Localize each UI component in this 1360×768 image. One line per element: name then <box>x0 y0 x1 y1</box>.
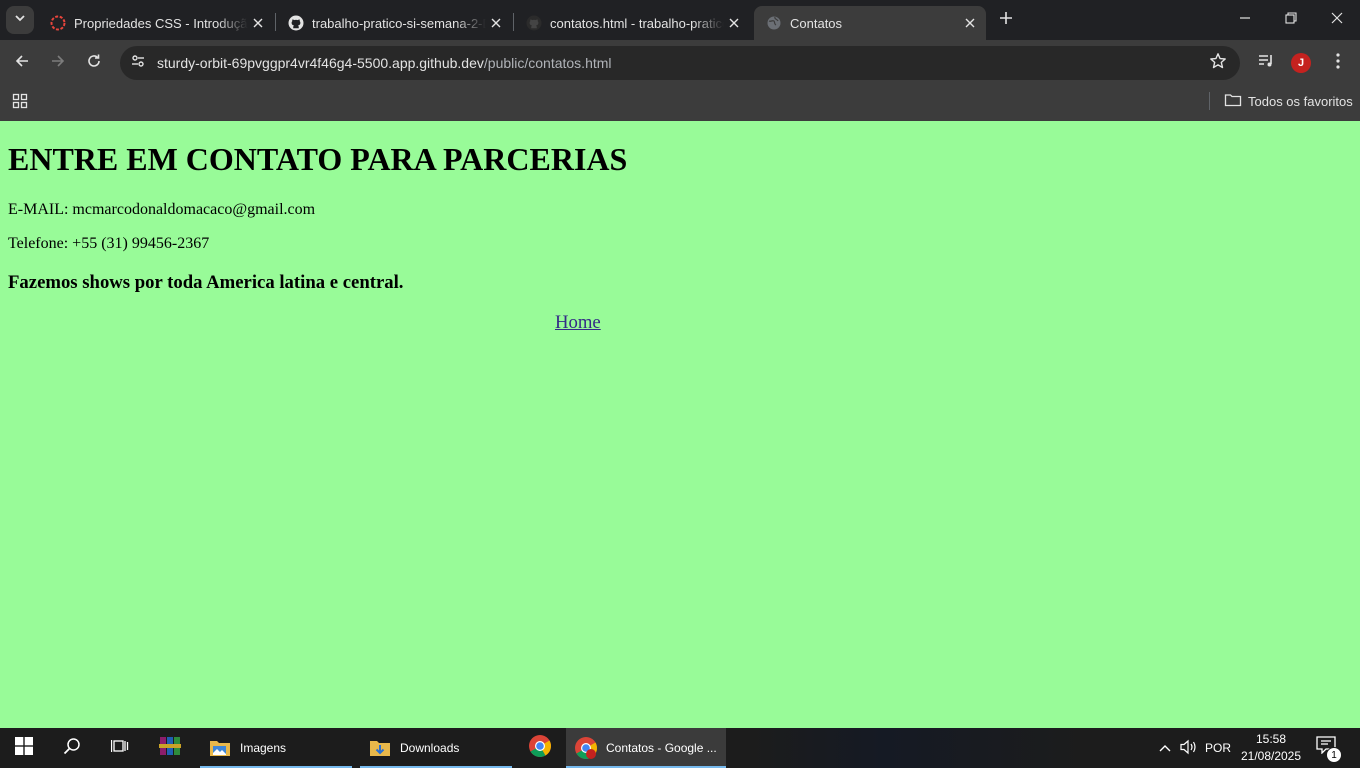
windows-logo-icon <box>15 736 33 760</box>
github-icon <box>288 15 304 31</box>
apps-button[interactable] <box>10 93 30 113</box>
chrome-pinned-button[interactable] <box>516 728 564 768</box>
taskbar-app-imagens[interactable]: Imagens <box>200 728 352 768</box>
tab-search-button[interactable] <box>6 6 34 34</box>
language-indicator[interactable]: POR <box>1202 728 1234 768</box>
reload-button[interactable] <box>78 47 110 79</box>
plus-icon <box>999 11 1013 30</box>
profile-avatar[interactable]: J <box>1291 53 1311 73</box>
minimize-icon <box>1239 11 1251 29</box>
close-icon[interactable] <box>724 13 744 33</box>
restore-button[interactable] <box>1268 0 1314 40</box>
folder-icon <box>1224 92 1242 111</box>
notification-count-badge: 1 <box>1326 747 1342 763</box>
close-icon[interactable] <box>248 13 268 33</box>
tab-propriedades-css[interactable]: Propriedades CSS - Introdução <box>38 6 274 40</box>
chrome-icon <box>574 736 598 760</box>
phone-text: Telefone: +55 (31) 99456-2367 <box>8 235 210 252</box>
address-bar[interactable]: sturdy-orbit-69pvggpr4vr4f46g4-5500.app.… <box>120 46 1240 80</box>
red-dashed-circle-icon <box>50 15 66 31</box>
taskbar-app-label: Downloads <box>400 741 460 755</box>
show-hidden-icons-button[interactable] <box>1154 728 1176 768</box>
back-button[interactable] <box>6 47 38 79</box>
task-view-button[interactable] <box>96 728 144 768</box>
close-window-button[interactable] <box>1314 0 1360 40</box>
bookmarks-divider <box>1209 92 1210 110</box>
page-viewport: ENTRE EM CONTATO PARA PARCERIAS E-MAIL: … <box>0 121 1360 728</box>
email-text: E-MAIL: mcmarcodonaldomacaco@gmail.com <box>8 201 316 218</box>
taskbar-app-label: Contatos - Google ... <box>606 741 717 755</box>
restore-icon <box>1285 11 1297 29</box>
tab-github-repo[interactable]: trabalho-pratico-si-semana-2-D <box>276 6 512 40</box>
tab-title: contatos.html - trabalho-pratico <box>550 15 724 31</box>
close-icon[interactable] <box>486 13 506 33</box>
tab-strip: Propriedades CSS - Introdução trabalho-p… <box>0 0 1360 40</box>
minimize-button[interactable] <box>1222 0 1268 40</box>
all-bookmarks-button[interactable]: Todos os favoritos <box>1224 91 1353 111</box>
reload-icon <box>86 53 102 74</box>
url-path: /public/contatos.html <box>483 55 612 71</box>
start-button[interactable] <box>0 728 48 768</box>
tab-title: Propriedades CSS - Introdução <box>74 15 248 31</box>
file-explorer-icon <box>208 736 232 760</box>
playlist-icon <box>1257 52 1275 75</box>
shows-text: Fazemos shows por toda America latina e … <box>8 272 404 293</box>
task-view-icon <box>110 737 129 760</box>
winrar-button[interactable] <box>146 728 194 768</box>
chevron-down-icon <box>14 11 26 29</box>
browser-toolbar: sturdy-orbit-69pvggpr4vr4f46g4-5500.app.… <box>0 40 1360 86</box>
clock-time: 15:58 <box>1255 732 1287 746</box>
apps-grid-icon <box>12 93 28 114</box>
media-controls-button[interactable] <box>1250 47 1282 79</box>
bookmarks-bar: Todos os favoritos <box>0 86 1360 121</box>
forward-button[interactable] <box>42 47 74 79</box>
tab-title: Contatos <box>790 15 843 31</box>
tab-title: trabalho-pratico-si-semana-2-D <box>312 15 486 31</box>
winrar-icon <box>158 735 182 762</box>
chevron-up-icon <box>1159 741 1171 755</box>
windows-taskbar: Imagens Downloads Contatos - Google ... … <box>0 728 1360 768</box>
taskbar-clock[interactable]: 15:58 21/08/2025 <box>1238 731 1304 765</box>
close-icon <box>1331 11 1343 29</box>
github-icon <box>526 15 542 31</box>
home-link[interactable]: Home <box>555 312 601 334</box>
speaker-icon <box>1180 739 1198 758</box>
url-host: sturdy-orbit-69pvggpr4vr4f46g4-5500.app.… <box>157 55 484 71</box>
page-heading: ENTRE EM CONTATO PARA PARCERIAS <box>8 141 628 177</box>
site-info-button[interactable] <box>124 49 152 77</box>
tune-icon <box>130 53 146 74</box>
globe-icon <box>766 15 782 31</box>
file-explorer-icon <box>368 736 392 760</box>
taskbar-search-button[interactable] <box>48 728 96 768</box>
tab-contatos-html-github[interactable]: contatos.html - trabalho-pratico <box>514 6 750 40</box>
bookmark-star-button[interactable] <box>1208 52 1228 75</box>
close-icon[interactable] <box>960 13 980 33</box>
search-icon <box>63 737 81 760</box>
taskbar-app-chrome-contatos[interactable]: Contatos - Google ... <box>566 728 726 768</box>
taskbar-app-downloads[interactable]: Downloads <box>360 728 512 768</box>
all-bookmarks-label: Todos os favoritos <box>1248 93 1353 109</box>
chrome-icon <box>528 734 552 763</box>
browser-menu-button[interactable] <box>1322 47 1354 79</box>
more-vertical-icon <box>1336 52 1340 74</box>
arrow-right-icon <box>50 53 66 74</box>
arrow-left-icon <box>14 53 30 74</box>
volume-button[interactable] <box>1178 728 1200 768</box>
taskbar-app-label: Imagens <box>240 741 287 755</box>
new-tab-button[interactable] <box>994 8 1018 32</box>
star-icon <box>1209 52 1227 75</box>
url-text[interactable]: sturdy-orbit-69pvggpr4vr4f46g4-5500.app.… <box>157 55 612 71</box>
tab-contatos[interactable]: Contatos <box>754 6 986 40</box>
clock-date: 21/08/2025 <box>1240 749 1302 763</box>
